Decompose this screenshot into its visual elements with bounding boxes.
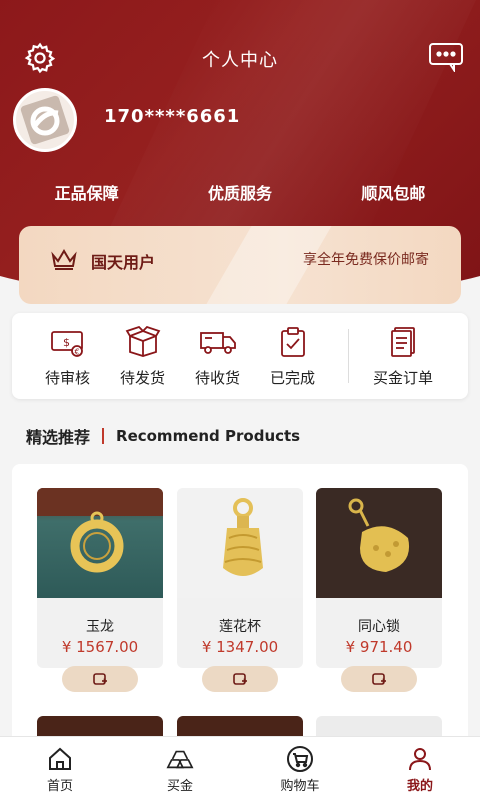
page-title: 个人中心 [202,50,278,71]
bottom-nav: 首页 买金 购物车 我的 [0,736,480,800]
order-pending-receive-label: 待收货 [194,368,240,387]
order-status-card: $ € 待审核 待发货 待收货 已完成 买金订单 [12,313,468,399]
product-price: ¥ 1567.00 [61,638,139,656]
add-to-cart-button[interactable] [62,666,138,692]
gold-orders-label: 买金订单 [372,368,433,387]
add-to-cart-button[interactable] [202,666,278,692]
product-name: 莲花杯 [219,619,261,635]
order-divider [348,329,349,383]
product-grid: 玉龙 ¥ 1567.00 莲花杯 ¥ 1347.00 同心锁 ¥ 971.40 [12,464,468,756]
product-name: 玉龙 [86,619,114,635]
recommend-section-title: 精选推荐 Recommend Products [26,424,300,448]
recommend-title-en: Recommend Products [116,427,301,445]
perk-free-shipping: 顺风包邮 [361,184,426,203]
nav-home[interactable]: 首页 [0,737,120,800]
product-image [177,488,303,598]
gold-bars-icon [166,750,194,769]
title-divider [102,428,105,444]
add-to-cart-button[interactable] [341,666,417,692]
perks-row: 正品保障 优质服务 顺风包邮 [0,180,480,204]
svg-text:€: € [74,347,79,356]
nav-buy-gold[interactable]: 买金 [120,737,240,800]
message-button[interactable] [426,40,466,74]
nav-buy-gold-label: 买金 [166,779,193,794]
order-pending-ship[interactable]: 待发货 [105,325,180,388]
order-completed[interactable]: 已完成 [255,325,330,388]
product-card[interactable]: 莲花杯 ¥ 1347.00 [177,488,303,668]
truck-icon [199,331,236,354]
nav-mine[interactable]: 我的 [360,737,480,800]
recommend-title-cn: 精选推荐 [26,428,91,447]
cart-add-icon [372,673,386,685]
chat-bubble-icon [429,43,463,72]
order-pending-receive[interactable]: 待收货 [180,325,255,388]
product-price: ¥ 1347.00 [201,638,279,656]
product-image [316,488,442,598]
order-completed-label: 已完成 [269,368,315,387]
order-pending-review[interactable]: $ € 待审核 [30,325,105,388]
svg-text:$: $ [63,336,70,349]
avatar[interactable] [13,88,77,152]
nav-mine-label: 我的 [406,779,433,794]
home-icon [49,747,71,770]
product-card[interactable]: 同心锁 ¥ 971.40 [316,488,442,668]
clipboard-check-icon [280,326,305,357]
order-pending-ship-label: 待发货 [119,368,165,387]
cart-add-icon [93,673,107,685]
perk-service: 优质服务 [207,184,272,203]
vip-benefit: 享全年免费保价邮寄 [303,252,429,268]
cart-icon [287,746,313,772]
nav-cart-label: 购物车 [280,779,320,794]
product-card[interactable]: 玉龙 ¥ 1567.00 [37,488,163,668]
gold-orders[interactable]: 买金订单 [357,325,449,388]
crown-icon [51,249,77,270]
user-icon [409,748,431,771]
vip-level: 国天用户 [91,253,156,272]
nav-home-label: 首页 [46,779,73,794]
money-review-icon: $ € [50,330,83,357]
document-icon [391,326,415,357]
cart-add-icon [233,673,247,685]
vip-banner[interactable]: 国天用户 享全年免费保价邮寄 [19,226,461,304]
profile-header: 个人中心 170****6661 正品保障 优质服务 顺风包邮 国天用户 享全年… [0,0,480,310]
order-pending-review-label: 待审核 [44,368,90,387]
box-icon [125,325,160,357]
nav-cart[interactable]: 购物车 [240,737,360,800]
avatar-logo-icon [20,95,70,145]
user-phone: 170****6661 [104,106,241,127]
perk-authentic: 正品保障 [54,184,119,203]
product-image [37,488,163,598]
product-name: 同心锁 [358,619,400,635]
product-price: ¥ 971.40 [345,638,413,656]
